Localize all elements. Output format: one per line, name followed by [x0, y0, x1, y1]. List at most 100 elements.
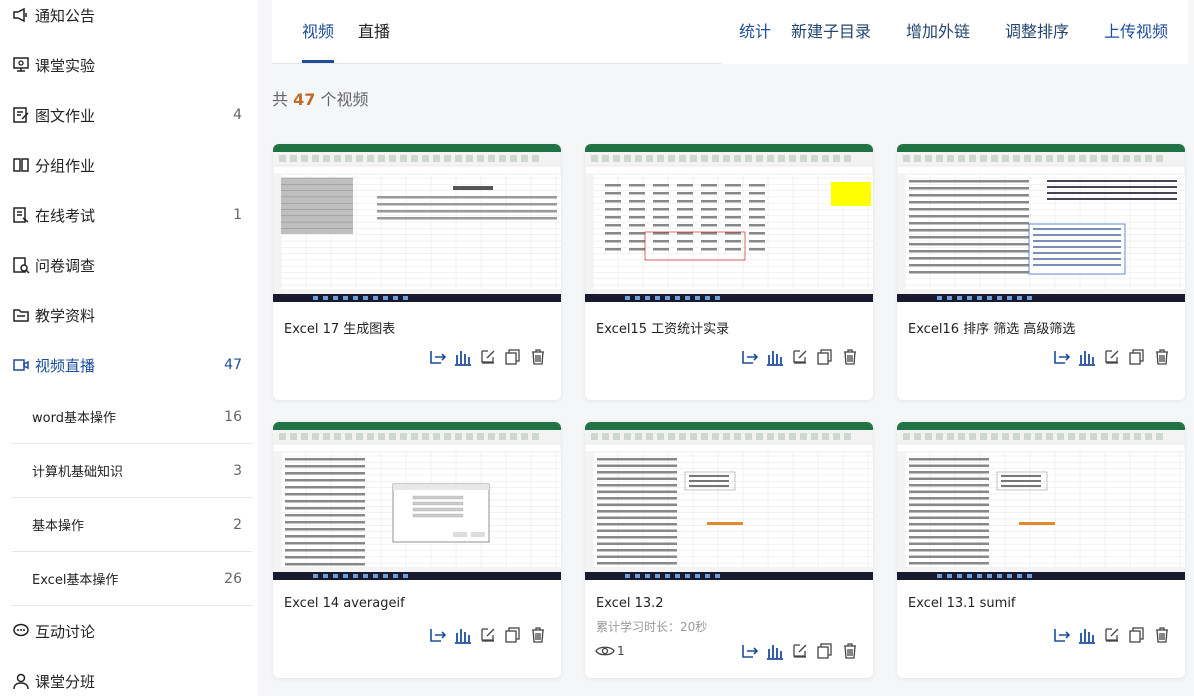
move-icon[interactable]: [741, 642, 759, 660]
count-suffix: 个视频: [320, 90, 369, 109]
reorder-button[interactable]: 调整排序: [1005, 18, 1069, 42]
sidebar-item-label: 问卷调查: [35, 256, 96, 275]
trash-icon[interactable]: [529, 348, 547, 366]
sidebar-subitem-basic[interactable]: 基本操作 2: [12, 498, 252, 552]
trash-icon[interactable]: [529, 626, 547, 644]
card-toolbar: [1046, 626, 1171, 644]
video-thumbnail[interactable]: [273, 144, 561, 302]
video-title[interactable]: Excel15 工资统计实录: [596, 318, 729, 337]
card-toolbar: [734, 348, 859, 366]
sidebar-item-group[interactable]: 分组作业: [12, 147, 252, 183]
trash-icon[interactable]: [841, 348, 859, 366]
move-icon[interactable]: [1053, 348, 1071, 366]
copy-icon[interactable]: [816, 348, 834, 366]
action-bar: 统计 新建子目录 增加外链 调整排序 上传视频: [722, 0, 1188, 64]
video-thumbnail[interactable]: [273, 422, 561, 580]
survey-icon: [12, 256, 30, 274]
sidebar-item-class-split[interactable]: 课堂分班: [12, 663, 252, 696]
sidebar-item-label: 图文作业: [35, 106, 96, 125]
trash-icon[interactable]: [1153, 626, 1171, 644]
video-thumbnail[interactable]: [897, 422, 1185, 580]
video-card[interactable]: Excel15 工资统计实录: [585, 144, 873, 400]
video-thumbnail[interactable]: [585, 422, 873, 580]
view-count: 1: [595, 644, 625, 658]
edit-icon[interactable]: [791, 642, 809, 660]
video-card[interactable]: Excel 13.1 sumif: [897, 422, 1185, 678]
copy-icon[interactable]: [1128, 626, 1146, 644]
video-title[interactable]: Excel 13.1 sumif: [908, 596, 1016, 611]
edit-icon[interactable]: [791, 348, 809, 366]
stats-icon[interactable]: [1078, 626, 1096, 644]
copy-icon[interactable]: [1128, 348, 1146, 366]
card-toolbar: [422, 626, 547, 644]
add-link-button[interactable]: 增加外链: [906, 18, 970, 42]
video-card[interactable]: Excel16 排序 筛选 高级筛选: [897, 144, 1185, 400]
edit-icon[interactable]: [479, 348, 497, 366]
stats-icon[interactable]: [1078, 348, 1096, 366]
upload-video-button[interactable]: 上传视频: [1104, 18, 1168, 42]
stats-icon[interactable]: [766, 348, 784, 366]
sidebar-subitem-word[interactable]: word基本操作 16: [12, 390, 252, 444]
video-card[interactable]: Excel 14 averageif: [273, 422, 561, 678]
card-toolbar: [734, 642, 859, 660]
edit-icon[interactable]: [1103, 348, 1121, 366]
video-title[interactable]: Excel 14 averageif: [284, 596, 405, 611]
tab-live[interactable]: 直播: [358, 18, 390, 42]
sidebar-item-survey[interactable]: 问卷调查: [12, 247, 252, 283]
sidebar-item-label: 通知公告: [35, 6, 96, 25]
video-card[interactable]: Excel 17 生成图表: [273, 144, 561, 400]
sidebar-item-discussion[interactable]: 互动讨论: [12, 613, 252, 649]
folder-icon: [12, 306, 30, 324]
video-title[interactable]: Excel 13.2: [596, 596, 664, 611]
video-title[interactable]: Excel16 排序 筛选 高级筛选: [908, 318, 1075, 337]
subitem-label: 基本操作: [32, 519, 85, 534]
sidebar-subitem-computer[interactable]: 计算机基础知识 3: [12, 444, 252, 498]
edit-icon[interactable]: [1103, 626, 1121, 644]
user-icon: [12, 672, 30, 690]
sidebar-item-notice[interactable]: 通知公告: [12, 0, 252, 33]
tab-bar: 视频 直播: [272, 0, 722, 64]
sidebar-item-materials[interactable]: 教学资料: [12, 297, 252, 333]
exam-icon: [12, 206, 30, 224]
move-icon[interactable]: [741, 348, 759, 366]
subitem-count: 2: [233, 516, 242, 533]
sidebar-subitem-excel[interactable]: Excel基本操作 26: [12, 552, 252, 606]
video-thumbnail[interactable]: [585, 144, 873, 302]
sidebar-item-homework[interactable]: 图文作业 4: [12, 97, 252, 133]
subitem-count: 3: [233, 462, 242, 479]
video-title[interactable]: Excel 17 生成图表: [284, 318, 395, 337]
move-icon[interactable]: [1053, 626, 1071, 644]
sidebar-item-count: 47: [224, 357, 242, 373]
tab-active-indicator: [302, 60, 334, 63]
sidebar-item-exam[interactable]: 在线考试 1: [12, 197, 252, 233]
new-subfolder-button[interactable]: 新建子目录: [791, 18, 871, 42]
card-toolbar: [1046, 348, 1171, 366]
edit-doc-icon: [12, 106, 30, 124]
copy-icon[interactable]: [504, 626, 522, 644]
sidebar: 通知公告 课堂实验 图文作业 4 分组作业 在线考试 1 问卷调查 教学资料 视…: [0, 0, 258, 696]
sidebar-item-label: 互动讨论: [35, 622, 96, 641]
sidebar-item-experiment[interactable]: 课堂实验: [12, 47, 252, 83]
video-thumbnail[interactable]: [897, 144, 1185, 302]
video-icon: [12, 356, 30, 374]
count-number: 47: [293, 90, 316, 109]
count-prefix: 共: [272, 90, 289, 109]
stats-button[interactable]: 统计: [739, 18, 771, 42]
stats-icon[interactable]: [454, 626, 472, 644]
sidebar-item-video[interactable]: 视频直播 47: [12, 347, 252, 383]
trash-icon[interactable]: [1153, 348, 1171, 366]
stats-icon[interactable]: [454, 348, 472, 366]
stats-icon[interactable]: [766, 642, 784, 660]
sidebar-item-label: 教学资料: [35, 306, 96, 325]
sidebar-item-count: 4: [233, 107, 242, 123]
copy-icon[interactable]: [504, 348, 522, 366]
copy-icon[interactable]: [816, 642, 834, 660]
move-icon[interactable]: [429, 348, 447, 366]
tab-video[interactable]: 视频: [302, 18, 334, 42]
edit-icon[interactable]: [479, 626, 497, 644]
trash-icon[interactable]: [841, 642, 859, 660]
video-card[interactable]: Excel 13.2 累计学习时长：20秒 1: [585, 422, 873, 678]
move-icon[interactable]: [429, 626, 447, 644]
sidebar-item-count: 1: [233, 207, 242, 223]
subitem-count: 16: [224, 408, 242, 425]
